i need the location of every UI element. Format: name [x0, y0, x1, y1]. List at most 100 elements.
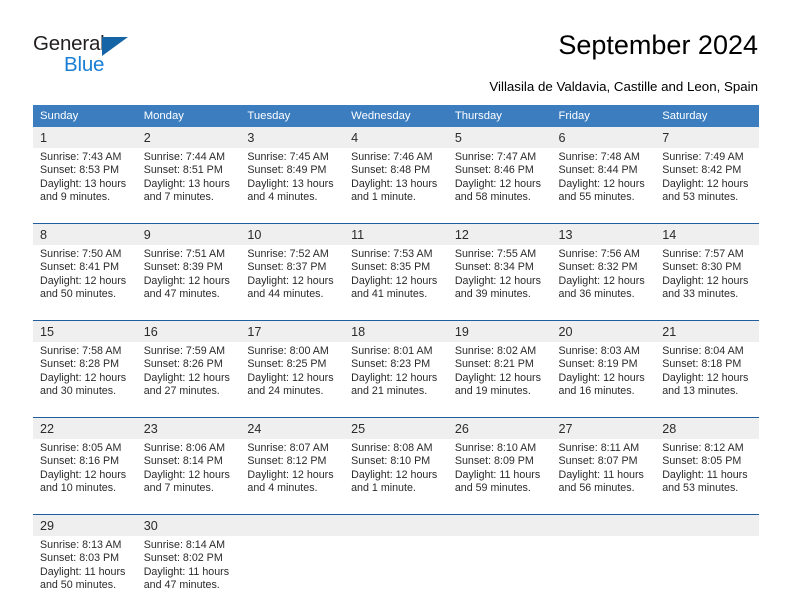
day-number[interactable]: 28 — [655, 417, 759, 439]
day-number[interactable]: 20 — [551, 320, 656, 342]
sunrise-text: Sunrise: 7:53 AM — [351, 248, 433, 260]
day-number[interactable]: 25 — [344, 417, 448, 439]
daylight-text-line2: and 21 minutes. — [351, 385, 428, 398]
sunrise-text: Sunrise: 8:12 AM — [662, 442, 744, 454]
day-cell[interactable]: Sunrise: 7:53 AM Sunset: 8:35 PM Dayligh… — [344, 245, 448, 321]
sunrise-text: Sunrise: 7:51 AM — [143, 248, 226, 260]
daylight-text-line1: Daylight: 11 hours — [558, 468, 644, 481]
day-number[interactable]: 16 — [136, 320, 241, 342]
day-cell[interactable]: Sunrise: 7:59 AM Sunset: 8:26 PM Dayligh… — [136, 342, 241, 418]
daylight-text-line2: and 50 minutes. — [40, 288, 117, 301]
sunset-text: Sunset: 8:19 PM — [558, 358, 638, 371]
daylight-text-line1: Daylight: 11 hours — [662, 468, 748, 481]
day-cell[interactable]: Sunrise: 7:47 AM Sunset: 8:46 PM Dayligh… — [447, 148, 552, 224]
sunrise-text: Sunrise: 7:55 AM — [454, 248, 537, 260]
day-number[interactable]: 1 — [33, 127, 137, 148]
day-cell[interactable]: Sunrise: 7:55 AM Sunset: 8:34 PM Dayligh… — [447, 245, 552, 321]
daylight-text-line2: and 7 minutes. — [143, 482, 214, 495]
day-cell[interactable]: Sunrise: 8:00 AM Sunset: 8:25 PM Dayligh… — [240, 342, 345, 418]
day-cell[interactable]: Sunrise: 8:13 AM Sunset: 8:03 PM Dayligh… — [33, 536, 137, 611]
day-cell[interactable]: Sunrise: 7:45 AM Sunset: 8:49 PM Dayligh… — [240, 148, 345, 224]
sunset-text: Sunset: 8:44 PM — [558, 164, 638, 177]
day-cell[interactable]: Sunrise: 8:06 AM Sunset: 8:14 PM Dayligh… — [136, 439, 241, 515]
day-number[interactable]: 6 — [551, 127, 656, 148]
day-cell[interactable]: Sunrise: 8:14 AM Sunset: 8:02 PM Dayligh… — [136, 536, 241, 611]
day-cell[interactable]: Sunrise: 7:50 AM Sunset: 8:41 PM Dayligh… — [33, 245, 137, 321]
day-cell[interactable]: Sunrise: 8:04 AM Sunset: 8:18 PM Dayligh… — [655, 342, 759, 418]
sunset-text: Sunset: 8:53 PM — [40, 164, 120, 177]
day-number[interactable]: 21 — [655, 320, 759, 342]
day-cell[interactable]: Sunrise: 7:44 AM Sunset: 8:51 PM Dayligh… — [136, 148, 241, 224]
day-number[interactable]: 8 — [33, 223, 137, 245]
day-number[interactable]: 18 — [344, 320, 448, 342]
week-row-details: Sunrise: 7:43 AM Sunset: 8:53 PM Dayligh… — [33, 148, 759, 224]
day-cell[interactable]: Sunrise: 8:10 AM Sunset: 8:09 PM Dayligh… — [447, 439, 552, 515]
daylight-text-line2: and 30 minutes. — [40, 385, 117, 398]
day-cell[interactable]: Sunrise: 7:57 AM Sunset: 8:30 PM Dayligh… — [655, 245, 759, 321]
sunrise-text: Sunrise: 7:56 AM — [558, 248, 640, 260]
daylight-text-line2: and 7 minutes. — [143, 191, 214, 204]
daylight-text-line1: Daylight: 12 hours — [40, 468, 127, 481]
daylight-text-line2: and 4 minutes. — [247, 191, 318, 204]
day-cell[interactable]: Sunrise: 7:43 AM Sunset: 8:53 PM Dayligh… — [33, 148, 137, 224]
day-number[interactable]: 2 — [136, 127, 241, 148]
day-cell[interactable]: Sunrise: 7:49 AM Sunset: 8:42 PM Dayligh… — [655, 148, 759, 224]
day-number[interactable]: 27 — [551, 417, 656, 439]
day-number[interactable]: 3 — [240, 127, 345, 148]
day-number[interactable]: 12 — [447, 223, 552, 245]
day-cell[interactable]: Sunrise: 7:51 AM Sunset: 8:39 PM Dayligh… — [136, 245, 241, 321]
day-cell[interactable]: Sunrise: 8:05 AM Sunset: 8:16 PM Dayligh… — [33, 439, 137, 515]
day-number[interactable]: 26 — [447, 417, 552, 439]
sunrise-text: Sunrise: 7:44 AM — [143, 151, 226, 163]
day-number[interactable]: 24 — [240, 417, 345, 439]
daylight-text-line2: and 41 minutes. — [351, 288, 428, 301]
daylight-text-line2: and 53 minutes. — [662, 482, 739, 495]
weekday-header-saturday: Saturday — [655, 105, 759, 127]
day-cell[interactable]: Sunrise: 8:03 AM Sunset: 8:19 PM Dayligh… — [551, 342, 656, 418]
sunrise-text: Sunrise: 8:07 AM — [247, 442, 329, 454]
day-cell[interactable]: Sunrise: 7:58 AM Sunset: 8:28 PM Dayligh… — [33, 342, 137, 418]
day-number-empty — [447, 514, 552, 536]
daylight-text-line1: Daylight: 12 hours — [247, 468, 334, 481]
day-number[interactable]: 17 — [240, 320, 345, 342]
day-number[interactable]: 19 — [447, 320, 552, 342]
sunset-text: Sunset: 8:14 PM — [143, 455, 223, 468]
day-cell[interactable]: Sunrise: 7:52 AM Sunset: 8:37 PM Dayligh… — [240, 245, 345, 321]
calendar-body: 1 2 3 4 5 6 7 Sunrise: 7:43 AM Sunset: 8… — [33, 127, 759, 611]
day-cell[interactable]: Sunrise: 7:48 AM Sunset: 8:44 PM Dayligh… — [551, 148, 656, 224]
daylight-text-line2: and 36 minutes. — [558, 288, 635, 301]
sunrise-text: Sunrise: 8:10 AM — [454, 442, 537, 454]
day-cell[interactable]: Sunrise: 8:02 AM Sunset: 8:21 PM Dayligh… — [447, 342, 552, 418]
day-number[interactable]: 10 — [240, 223, 345, 245]
day-number[interactable]: 13 — [551, 223, 656, 245]
day-cell[interactable]: Sunrise: 7:56 AM Sunset: 8:32 PM Dayligh… — [551, 245, 656, 321]
day-number[interactable]: 15 — [33, 320, 137, 342]
day-cell[interactable]: Sunrise: 8:12 AM Sunset: 8:05 PM Dayligh… — [655, 439, 759, 515]
daylight-text-line1: Daylight: 12 hours — [558, 274, 645, 287]
sunset-text: Sunset: 8:18 PM — [662, 358, 742, 371]
sunset-text: Sunset: 8:23 PM — [351, 358, 431, 371]
day-number[interactable]: 4 — [344, 127, 448, 148]
day-number[interactable]: 29 — [33, 514, 137, 536]
day-cell[interactable]: Sunrise: 7:46 AM Sunset: 8:48 PM Dayligh… — [344, 148, 448, 224]
day-cell[interactable]: Sunrise: 8:07 AM Sunset: 8:12 PM Dayligh… — [240, 439, 345, 515]
sunset-text: Sunset: 8:12 PM — [247, 455, 327, 468]
day-cell[interactable]: Sunrise: 8:08 AM Sunset: 8:10 PM Dayligh… — [344, 439, 448, 515]
day-cell-empty — [447, 536, 552, 611]
sunrise-text: Sunrise: 8:06 AM — [143, 442, 226, 454]
week-row-daynumbers: 1 2 3 4 5 6 7 — [33, 127, 759, 148]
day-number[interactable]: 9 — [136, 223, 241, 245]
day-cell[interactable]: Sunrise: 8:01 AM Sunset: 8:23 PM Dayligh… — [344, 342, 448, 418]
day-number[interactable]: 30 — [136, 514, 241, 536]
day-number[interactable]: 5 — [447, 127, 552, 148]
day-number[interactable]: 11 — [344, 223, 448, 245]
day-number[interactable]: 14 — [655, 223, 759, 245]
daylight-text-line2: and 55 minutes. — [558, 191, 635, 204]
daylight-text-line2: and 27 minutes. — [143, 385, 220, 398]
logo-triangle-icon — [102, 37, 128, 56]
day-number[interactable]: 23 — [136, 417, 241, 439]
day-number[interactable]: 7 — [655, 127, 759, 148]
day-cell[interactable]: Sunrise: 8:11 AM Sunset: 8:07 PM Dayligh… — [551, 439, 656, 515]
daylight-text-line1: Daylight: 12 hours — [247, 371, 334, 384]
day-number[interactable]: 22 — [33, 417, 137, 439]
